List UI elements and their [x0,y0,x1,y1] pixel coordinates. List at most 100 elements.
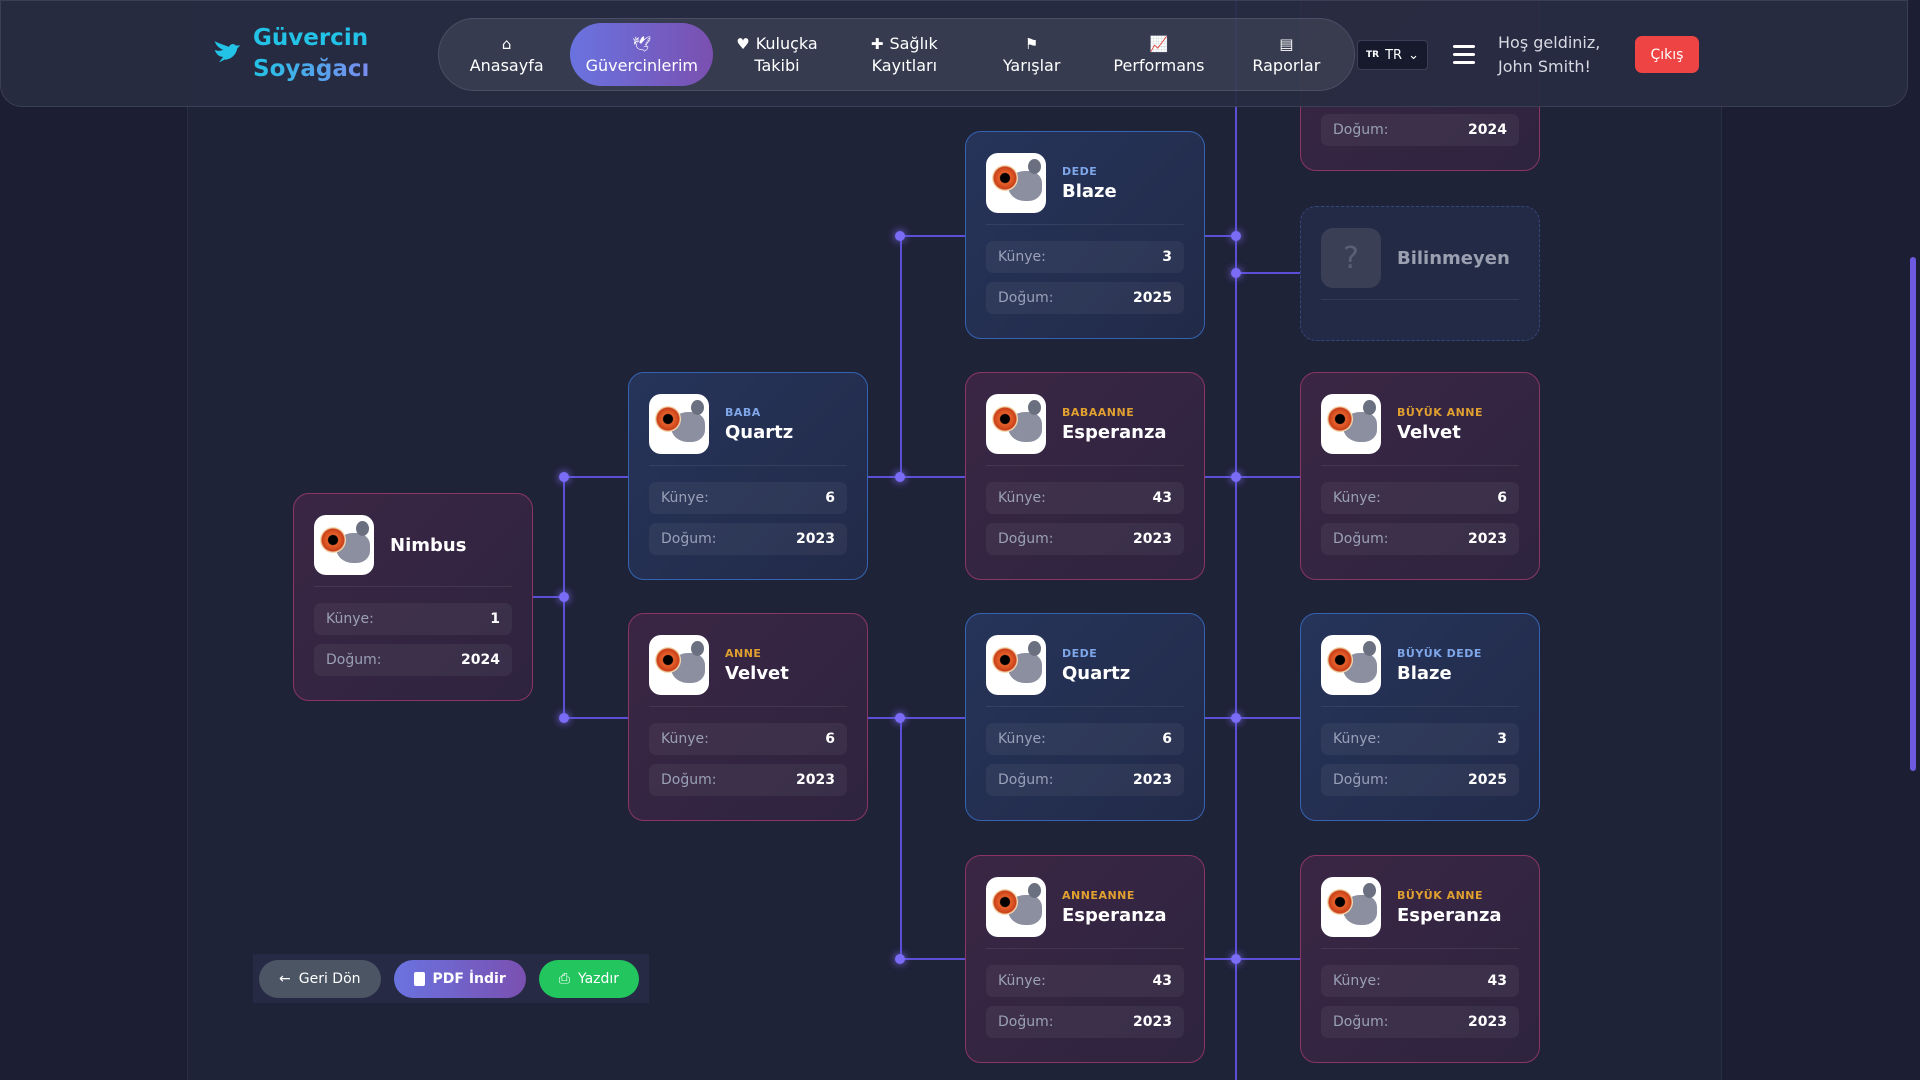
kunye-label: Künye: [1333,490,1381,506]
chart-bar-icon: ▤ [1279,34,1294,53]
pigeon-role: BÜYÜK ANNE [1397,405,1484,419]
pigeon-name: Bilinmeyen [1397,247,1510,269]
pigeon-card-dede2[interactable]: DEDE Quartz Künye: 6 Doğum: 2023 [965,613,1205,821]
file-pdf-icon [413,971,425,986]
pigeon-name: Blaze [1397,662,1452,684]
dogum-label: Doğum: [1333,772,1389,788]
kunye-label: Künye: [661,731,709,747]
kunye-label: Künye: [1333,973,1381,989]
pigeon-photo [314,515,374,575]
dogum-label: Doğum: [1333,122,1389,138]
medical-icon: ✚ [870,34,884,53]
dove-logo-icon [214,41,241,63]
pigeon-role: ANNE [725,646,762,660]
language-value: TR [1385,47,1403,63]
logo[interactable]: Güvercin Soyağacı [209,23,369,85]
kunye-value: 6 [1162,731,1172,747]
nav-item-1[interactable]: 🕊 Güvercinlerim [570,23,714,86]
flag-icon: ⚑ [1024,34,1039,53]
dogum-value: 2023 [1133,531,1172,547]
language-select[interactable]: TR TR ⌄ [1357,40,1428,70]
chevron-down-icon: ⌄ [1408,47,1419,63]
nav-item-4[interactable]: ⚑ Yarışlar [968,23,1095,86]
nav-item-3[interactable]: ✚ Sağlık Kayıtları [841,23,968,86]
kunye-label: Künye: [326,611,374,627]
logo-text-1: Güvercin [253,25,369,51]
nav-label: Kuluçka [755,33,818,53]
pigeon-name: Esperanza [1062,904,1167,926]
pigeon-name: Esperanza [1062,421,1167,443]
logout-button[interactable]: Çıkış [1635,36,1699,73]
dogum-value: 2025 [1133,290,1172,306]
action-bar: ← Geri Dön PDF İndir ⎙ Yazdır [253,954,649,1003]
pigeon-role: ANNEANNE [1062,888,1135,902]
pigeon-card-self[interactable]: Nimbus Künye: 1 Doğum: 2024 [293,493,533,701]
pigeon-card-baba[interactable]: BABA Quartz Künye: 6 Doğum: 2023 [628,372,868,580]
kunye-label: Künye: [998,490,1046,506]
pigeon-photo [1321,394,1381,454]
printer-icon: ⎙ [558,970,570,987]
chart-line-icon: 📈 [1149,34,1169,53]
welcome-text: Hoş geldiniz, John Smith! [1498,31,1600,79]
back-button[interactable]: ← Geri Dön [259,959,381,998]
pigeon-card-anneanne[interactable]: ANNEANNE Esperanza Künye: 43 Doğum: 2023 [965,855,1205,1063]
pigeon-role: BÜYÜK ANNE [1397,888,1484,902]
pigeon-photo [649,635,709,695]
logo-text-2: Soyağacı [253,54,369,85]
pigeon-card-unknown[interactable]: ? Bilinmeyen [1300,206,1540,341]
nav-label: Raporlar [1252,55,1321,75]
dogum-label: Doğum: [998,290,1054,306]
pigeon-name: Esperanza [1397,904,1502,926]
pigeon-role: DEDE [1062,646,1098,660]
arrow-left-icon: ← [279,970,291,987]
back-label: Geri Dön [298,970,361,987]
dogum-label: Doğum: [998,1014,1054,1030]
kunye-label: Künye: [998,249,1046,265]
pigeon-card-dede1[interactable]: DEDE Blaze Künye: 3 Doğum: 2025 [965,131,1205,339]
nav-item-2[interactable]: ♥ Kuluçka Takibi [713,23,840,86]
pigeon-role: BABAANNE [1062,405,1135,419]
pigeon-name: Quartz [1062,662,1131,684]
pigeon-card-bd1[interactable]: BÜYÜK DEDE Blaze Künye: 3 Doğum: 2025 [1300,613,1540,821]
pigeon-card-babaanne[interactable]: BABAANNE Esperanza Künye: 43 Doğum: 2023 [965,372,1205,580]
pigeon-photo [649,394,709,454]
pigeon-photo [986,635,1046,695]
dogum-label: Doğum: [661,772,717,788]
kunye-value: 3 [1497,731,1507,747]
dogum-value: 2023 [796,772,835,788]
kunye-label: Künye: [661,490,709,506]
nav-item-5[interactable]: 📈 Performans [1095,23,1222,86]
pigeon-card-ba1[interactable]: BÜYÜK ANNE Velvet Künye: 6 Doğum: 2023 [1300,372,1540,580]
kunye-value: 6 [825,490,835,506]
pigeon-name: Nimbus [390,534,467,556]
kunye-value: 43 [1487,973,1507,989]
pigeon-photo [1321,635,1381,695]
print-button[interactable]: ⎙ Yazdır [538,959,640,998]
pigeon-card-ba2[interactable]: BÜYÜK ANNE Esperanza Künye: 43 Doğum: 2023 [1300,855,1540,1063]
heart-icon: ♥ [736,34,750,53]
pdf-download-button[interactable]: PDF İndir [393,959,526,998]
nav-label: Yarışlar [1002,55,1061,75]
nav-label-2: Takibi [754,55,800,75]
scrollbar-thumb[interactable] [1910,257,1916,771]
nav-label: Performans [1113,55,1205,75]
dogum-value: 2023 [1133,1014,1172,1030]
kunye-value: 1 [490,611,500,627]
top-navbar: Güvercin Soyağacı ⌂ Anasayfa 🕊 Güvercinlerim… [0,0,1908,107]
kunye-label: Künye: [1333,731,1381,747]
nav-label: Güvercinlerim [585,55,698,75]
kunye-label: Künye: [998,973,1046,989]
dogum-label: Doğum: [326,652,382,668]
pigeon-role: DEDE [1062,164,1098,178]
menu-icon[interactable] [1453,45,1475,69]
nav-item-6[interactable]: ▤ Raporlar [1223,23,1350,86]
nav-item-0[interactable]: ⌂ Anasayfa [443,23,570,86]
pigeon-photo [1321,877,1381,937]
dogum-value: 2023 [1468,531,1507,547]
kunye-value: 43 [1152,973,1172,989]
main-nav: ⌂ Anasayfa 🕊 Güvercinlerim ♥ Kuluçka Takibi ✚ Sa… [438,18,1355,91]
print-label: Yazdır [577,970,620,987]
dogum-value: 2023 [1133,772,1172,788]
pigeon-card-anne[interactable]: ANNE Velvet Künye: 6 Doğum: 2023 [628,613,868,821]
dove-icon: 🕊 [632,34,652,53]
